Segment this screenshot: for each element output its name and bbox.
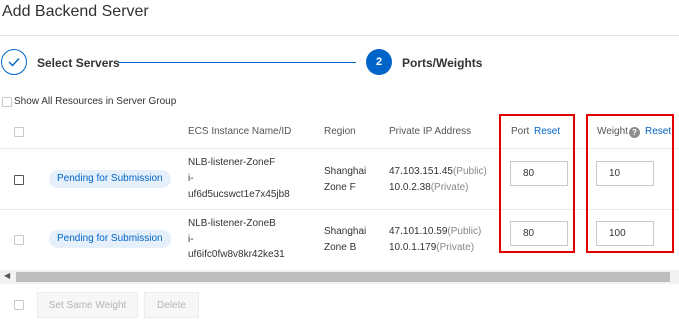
row-1-region-city: Shanghai — [324, 166, 367, 177]
row-2-public-ip-value: 47.101.10.59 — [389, 226, 448, 237]
row-2-checkbox[interactable] — [14, 235, 24, 245]
row-1-public-tag: (Public) — [452, 166, 487, 177]
row-1-instance-id[interactable]: uf6d5ucswct1e7x45jb8 — [188, 187, 290, 202]
show-all-label: Show All Resources in Server Group — [14, 96, 177, 107]
set-same-weight-button[interactable]: Set Same Weight — [37, 292, 138, 318]
row-1-private-ip: 10.0.2.38(Private) — [389, 180, 469, 195]
show-all-checkbox[interactable] — [2, 97, 12, 107]
header-region: Region — [324, 126, 356, 137]
header-private-ip: Private IP Address — [389, 126, 472, 137]
row-1-instance-name: NLB-listener-ZoneF — [188, 157, 276, 168]
footer-select-all-checkbox[interactable] — [14, 300, 24, 310]
weight-column-highlight — [586, 114, 674, 253]
row-2-private-ip: 10.0.1.179(Private) — [389, 240, 474, 255]
step-2-label: Ports/Weights — [402, 56, 483, 70]
row-2-status-badge: Pending for Submission — [49, 230, 171, 248]
row-2-region-zone: Zone B — [324, 242, 357, 253]
row-divider — [0, 209, 679, 210]
step-2-number: 2 — [366, 49, 392, 75]
step-1-check-icon — [1, 49, 27, 75]
dialog-title: Add Backend Server — [2, 3, 149, 20]
row-1-private-tag: (Private) — [430, 182, 469, 193]
row-2-region-city: Shanghai — [324, 226, 367, 237]
step-connector — [118, 62, 356, 63]
row-1-status-badge: Pending for Submission — [49, 170, 171, 188]
title-divider — [0, 35, 679, 36]
row-2-instance-name: NLB-listener-ZoneB — [188, 218, 276, 229]
row-1-private-ip-value: 10.0.2.38 — [389, 182, 431, 193]
scroll-left-arrow-icon[interactable]: ◀ — [4, 271, 10, 280]
row-1-public-ip: 47.103.151.45(Public) — [389, 164, 487, 179]
header-instance: ECS Instance Name/ID — [188, 126, 292, 137]
delete-button[interactable]: Delete — [144, 292, 199, 318]
port-column-highlight — [499, 114, 575, 253]
step-1-label: Select Servers — [37, 56, 120, 70]
row-2-private-ip-value: 10.0.1.179 — [389, 242, 437, 253]
row-2-instance-id[interactable]: uf6ifc0fw8v8kr42ke31 — [188, 247, 285, 262]
row-2-public-tag: (Public) — [447, 226, 482, 237]
row-1-checkbox[interactable] — [14, 175, 24, 185]
row-2-instance-id-prefix[interactable]: i- — [188, 232, 194, 247]
row-1-region-zone: Zone F — [324, 182, 356, 193]
row-1-instance-id-prefix[interactable]: i- — [188, 171, 194, 186]
row-2-public-ip: 47.101.10.59(Public) — [389, 224, 481, 239]
scrollbar-thumb[interactable] — [16, 272, 670, 282]
select-all-checkbox[interactable] — [14, 127, 24, 137]
row-2-private-tag: (Private) — [436, 242, 475, 253]
row-1-public-ip-value: 47.103.151.45 — [389, 166, 453, 177]
header-divider — [0, 148, 679, 149]
